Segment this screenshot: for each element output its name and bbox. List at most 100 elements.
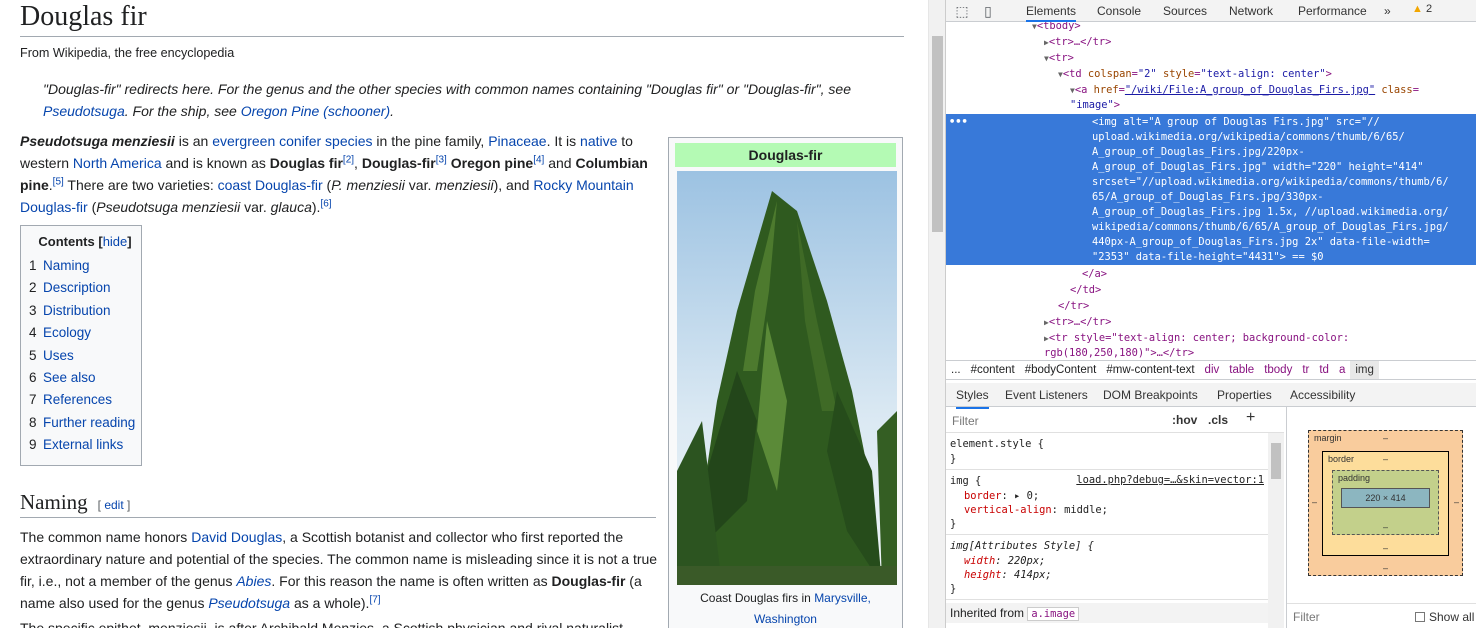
dom-node[interactable]: </td> — [1070, 283, 1101, 298]
ref-5[interactable]: [5] — [53, 176, 64, 187]
styles-scrollbar-thumb[interactable] — [1271, 443, 1281, 479]
link-coast-douglas-fir[interactable]: coast Douglas-fir — [218, 177, 323, 193]
tab-sources[interactable]: Sources — [1163, 0, 1207, 22]
tab-performance[interactable]: Performance — [1298, 0, 1367, 22]
stylesheet-source-link[interactable]: load.php?debug=…&skin=vector:1 — [1076, 474, 1264, 486]
dom-node: rgb(180,250,180)">…</tr> — [1044, 347, 1195, 359]
new-rule-button[interactable]: + — [1246, 409, 1255, 427]
link-native[interactable]: native — [580, 133, 617, 149]
tab-styles[interactable]: Styles — [956, 383, 989, 409]
dom-node[interactable]: ▶<tr>…</tr> — [1044, 315, 1111, 330]
styles-pane: Filter :hov .cls + element.style { } img… — [946, 407, 1284, 628]
page-title: Douglas fir — [20, 0, 904, 37]
selected-dom-node[interactable]: ••• <img alt="A group of Douglas Firs.jp… — [946, 114, 1476, 265]
toc-item-naming[interactable]: 1 Naming — [29, 255, 141, 277]
dom-node[interactable]: ▼<td colspan="2" style="text-align: cent… — [1058, 67, 1332, 82]
toc-item-ecology[interactable]: 4 Ecology — [29, 322, 141, 344]
ref-4[interactable]: [4] — [533, 154, 544, 165]
dom-node[interactable]: </a> — [1082, 267, 1107, 282]
inherited-from-header: Inherited from a.image — [946, 603, 1268, 623]
breadcrumb-item[interactable]: img — [1350, 361, 1379, 379]
class-toggle[interactable]: .cls — [1208, 413, 1228, 427]
breadcrumb-item[interactable]: div — [1200, 361, 1225, 379]
dom-tree[interactable]: ▼<tbody> ▶<tr>…</tr> ▼<tr> ▼<td colspan=… — [946, 22, 1476, 360]
link-evergreen[interactable]: evergreen — [212, 133, 275, 149]
tab-properties[interactable]: Properties — [1217, 383, 1272, 407]
link-north-america[interactable]: North America — [73, 155, 162, 171]
toc-item-references[interactable]: 7 References — [29, 389, 141, 411]
dom-node[interactable]: ▼<tbody> — [1032, 22, 1081, 34]
breadcrumb-item[interactable]: table — [1224, 361, 1259, 379]
toc-item-distribution[interactable]: 3 Distribution — [29, 300, 141, 322]
dom-node[interactable]: ▶<tr style="text-align: center; backgrou… — [1044, 331, 1349, 346]
node-actions-icon[interactable]: ••• — [949, 116, 968, 128]
more-tabs-button[interactable]: » — [1384, 0, 1391, 22]
wikipedia-page: Douglas fir From Wikipedia, the free enc… — [0, 0, 928, 628]
warning-icon: ▲ — [1412, 3, 1423, 15]
link-david-douglas[interactable]: David Douglas — [191, 529, 282, 545]
link-pseudotsuga[interactable]: Pseudotsuga — [43, 103, 125, 119]
breadcrumb-item[interactable]: ... — [946, 361, 966, 379]
computed-filter-input[interactable]: Filter — [1293, 610, 1320, 624]
toc-item-external-links[interactable]: 9 External links — [29, 434, 141, 456]
style-rule-img[interactable]: img { load.php?debug=…&skin=vector:1 bor… — [946, 471, 1268, 535]
hover-state-toggle[interactable]: :hov — [1172, 413, 1197, 427]
toc-item-uses[interactable]: 5 Uses — [29, 345, 141, 367]
device-toolbar-icon[interactable]: ▯ — [980, 3, 996, 19]
link-oregon-pine[interactable]: Oregon Pine (schooner) — [241, 103, 390, 119]
tab-event-listeners[interactable]: Event Listeners — [1005, 383, 1088, 407]
breadcrumb-item[interactable]: tr — [1297, 361, 1314, 379]
breadcrumb-item[interactable]: #mw-content-text — [1101, 361, 1199, 379]
sidebar-tabbar: Styles Event Listeners DOM Breakpoints P… — [946, 383, 1476, 409]
selected-node-line: 440px-A_group_of_Douglas_Firs.jpg 2x" da… — [1092, 236, 1430, 248]
link-pinaceae[interactable]: Pinaceae — [488, 133, 546, 149]
selected-node-line: A_group_of_Douglas_Firs.jpg/220px- — [1092, 146, 1305, 158]
tab-accessibility[interactable]: Accessibility — [1290, 383, 1355, 407]
breadcrumb-item[interactable]: #content — [966, 361, 1020, 379]
toc-hide-link[interactable]: hide — [103, 234, 128, 249]
toc-item-further-reading[interactable]: 8 Further reading — [29, 412, 141, 434]
table-of-contents: Contents [hide] 1 Naming 2 Description 3 Dist… — [20, 225, 142, 466]
tab-console[interactable]: Console — [1097, 0, 1141, 22]
dom-node[interactable]: </tr> — [1058, 299, 1089, 314]
ref-6[interactable]: [6] — [320, 198, 331, 209]
warning-count-badge[interactable]: ▲ 2 — [1412, 3, 1432, 15]
dom-node[interactable]: ▼<a href="/wiki/File:A_group_of_Douglas_… — [1070, 83, 1419, 98]
edit-section-link[interactable]: edit — [104, 498, 123, 512]
devtools-panel: ⬚ ▯ Elements Console Sources Network Per… — [945, 0, 1476, 628]
box-model-margin[interactable]: margin – – – – border – – padding – 220 … — [1308, 430, 1463, 576]
inspect-element-icon[interactable]: ⬚ — [954, 3, 970, 19]
dom-node[interactable]: ▶<tr>…</tr> — [1044, 35, 1111, 50]
ref-3[interactable]: [3] — [436, 154, 447, 165]
douglas-fir-photo[interactable] — [677, 171, 897, 585]
box-model-border[interactable]: border – – padding – 220 × 414 — [1322, 451, 1449, 556]
tab-network[interactable]: Network — [1229, 0, 1273, 22]
toc-title: Contents — [38, 234, 95, 249]
style-rule-element[interactable]: element.style { } — [946, 434, 1268, 470]
tab-dom-breakpoints[interactable]: DOM Breakpoints — [1103, 383, 1198, 407]
styles-filter-input[interactable]: Filter — [952, 414, 979, 428]
ref-2[interactable]: [2] — [343, 154, 354, 165]
link-abies[interactable]: Abies — [236, 573, 271, 589]
breadcrumb-item[interactable]: #bodyContent — [1020, 361, 1102, 379]
box-model-padding[interactable]: padding – 220 × 414 — [1332, 470, 1439, 535]
page-scrollbar-thumb[interactable] — [932, 36, 943, 232]
show-all-checkbox[interactable]: Show all — [1415, 610, 1474, 624]
ref-7[interactable]: [7] — [369, 594, 380, 605]
breadcrumb-item[interactable]: tbody — [1259, 361, 1297, 379]
link-conifer[interactable]: conifer — [279, 133, 321, 149]
naming-paragraph: The common name honors David Douglas, a … — [20, 529, 658, 611]
inherited-element-link[interactable]: a.image — [1027, 607, 1080, 621]
styles-scrollbar[interactable] — [1268, 433, 1284, 628]
page-scrollbar[interactable] — [928, 0, 945, 628]
toc-item-description[interactable]: 2 Description — [29, 277, 141, 299]
link-species[interactable]: species — [325, 133, 372, 149]
dom-node[interactable]: ▼<tr> — [1044, 51, 1074, 66]
link-pseudotsuga-genus[interactable]: Pseudotsuga — [208, 595, 290, 611]
breadcrumb-item[interactable]: a — [1334, 361, 1350, 379]
toc-item-see-also[interactable]: 6 See also — [29, 367, 141, 389]
tab-elements[interactable]: Elements — [1026, 0, 1077, 22]
breadcrumb-item[interactable]: td — [1314, 361, 1334, 379]
style-rule-attributes[interactable]: img[Attributes Style] { width: 220px; he… — [946, 536, 1268, 600]
box-model-content[interactable]: 220 × 414 — [1341, 488, 1430, 508]
